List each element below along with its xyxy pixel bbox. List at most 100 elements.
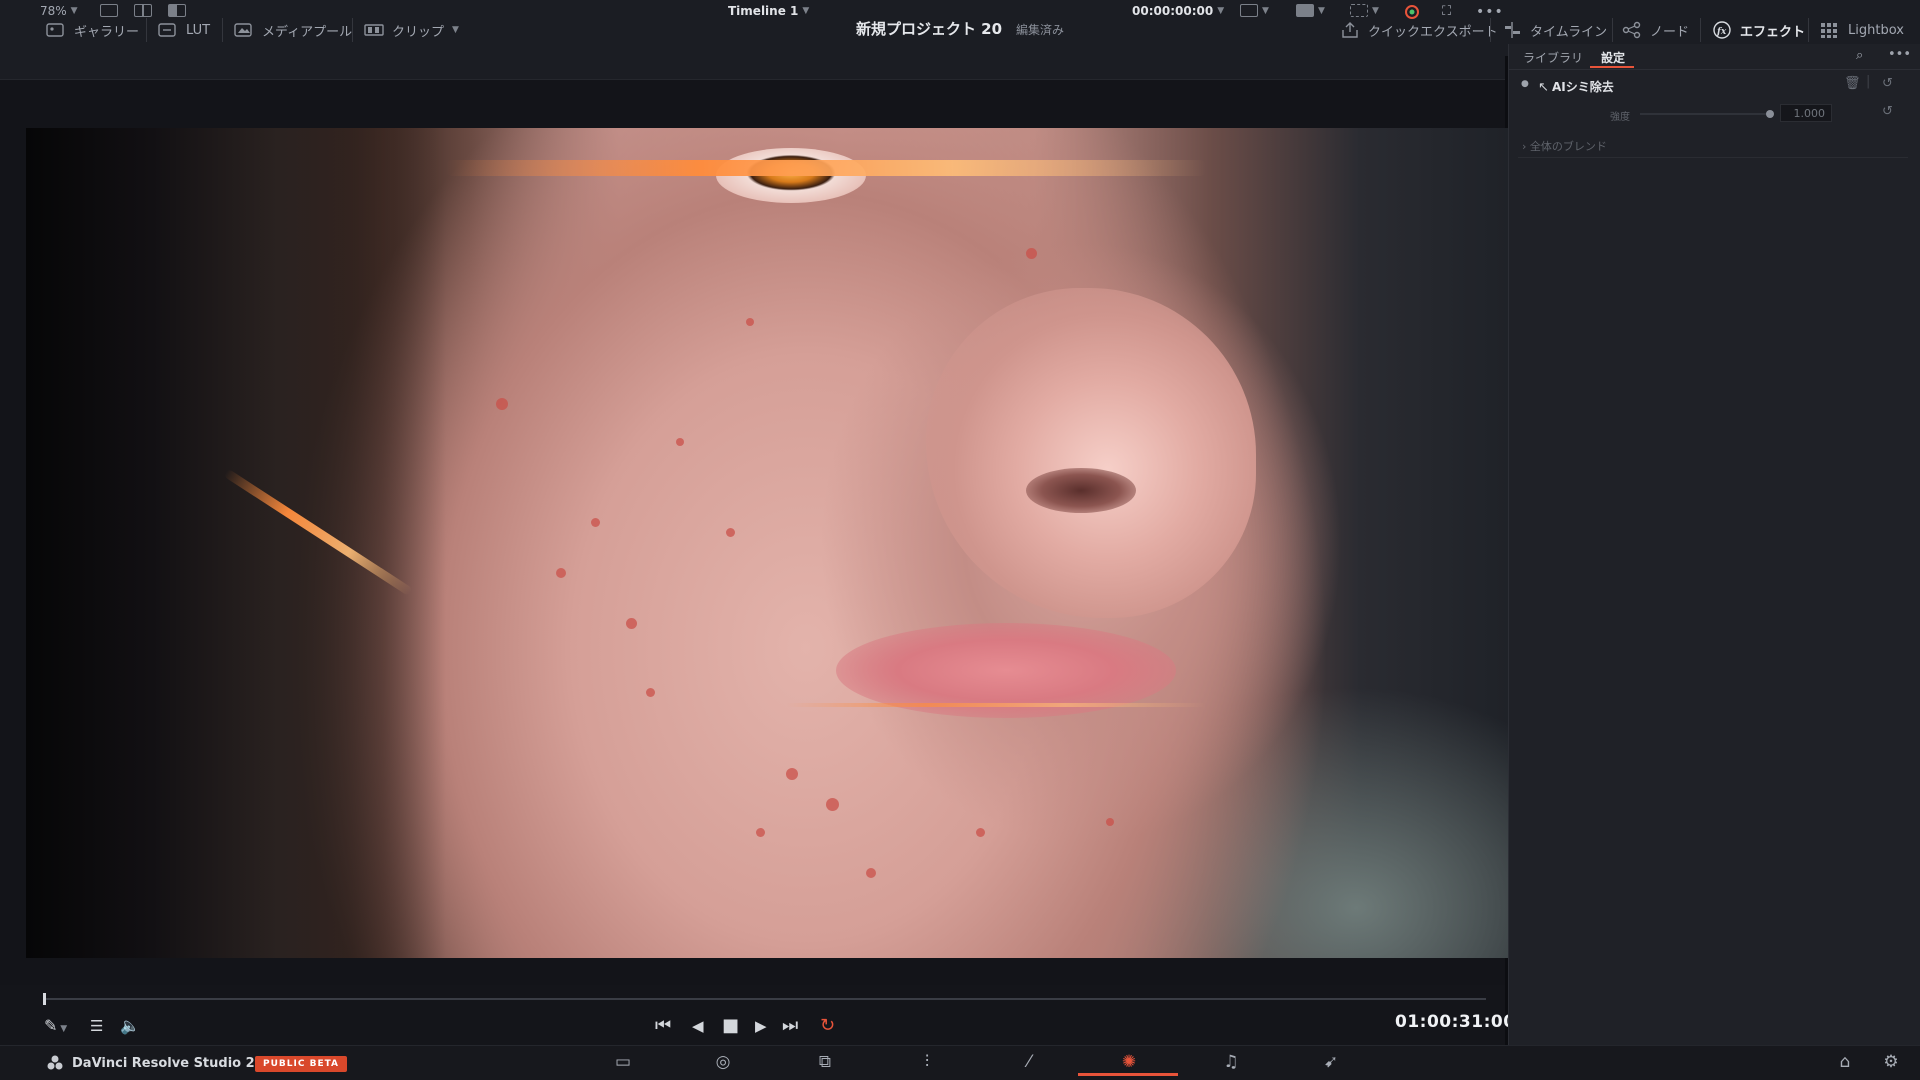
color-page-button[interactable]: ✺ bbox=[1114, 1051, 1144, 1073]
transport-bar bbox=[0, 985, 1505, 1045]
timeline-button[interactable]: タイムライン bbox=[1502, 18, 1607, 42]
home-button[interactable]: ⌂ bbox=[1830, 1051, 1860, 1073]
lens-flare bbox=[446, 160, 1206, 176]
blemish bbox=[646, 688, 655, 697]
reset-icon[interactable]: ↺ bbox=[1882, 76, 1893, 91]
cut-icon: ◎ bbox=[715, 1052, 731, 1072]
media-pool-label: メディアプール bbox=[262, 24, 353, 40]
strength-slider-handle[interactable] bbox=[1766, 110, 1774, 118]
deliver-page-button[interactable]: ➹ bbox=[1316, 1051, 1346, 1073]
nose bbox=[926, 288, 1256, 618]
lut-icon bbox=[158, 23, 176, 37]
blemish bbox=[1106, 818, 1114, 826]
toolbar-divider bbox=[1612, 18, 1613, 42]
color-wheel-icon bbox=[1405, 5, 1419, 19]
toolbar-divider bbox=[1808, 18, 1809, 42]
blemish bbox=[726, 528, 735, 537]
lightbox-label: Lightbox bbox=[1848, 22, 1904, 38]
video-frame[interactable] bbox=[26, 128, 1508, 958]
media-page-button[interactable]: ▭ bbox=[608, 1051, 638, 1073]
reset-icon[interactable]: ↺ bbox=[1882, 104, 1893, 119]
effects-settings-panel bbox=[1508, 44, 1920, 1045]
eyedropper-button[interactable]: ✎ ▼ bbox=[44, 1015, 67, 1040]
fairlight-page-button[interactable]: ♫ bbox=[1216, 1051, 1246, 1073]
go-to-end-button[interactable]: ⏭ bbox=[782, 1015, 798, 1037]
single-view-button[interactable] bbox=[100, 4, 118, 17]
tab-settings[interactable]: 設定 bbox=[1601, 49, 1625, 66]
expand-icon: ⛶ bbox=[1442, 4, 1452, 19]
strength-slider[interactable] bbox=[1640, 113, 1770, 115]
grid-view-button[interactable] bbox=[134, 4, 152, 17]
lightbox-icon bbox=[1821, 23, 1837, 38]
timeline-label: タイムライン bbox=[1530, 24, 1608, 40]
global-blend-section[interactable]: › 全体のブレンド bbox=[1522, 138, 1607, 154]
strength-value-field[interactable]: 1.000 bbox=[1780, 104, 1832, 122]
stop-icon: ■ bbox=[722, 1015, 740, 1036]
lightbox-button[interactable]: Lightbox bbox=[1820, 18, 1904, 42]
magic-wand-icon: ⁄ bbox=[1027, 1052, 1031, 1072]
gallery-button[interactable]: ギャラリー bbox=[46, 18, 139, 42]
split-view-button[interactable] bbox=[168, 4, 186, 17]
single-view-icon bbox=[100, 4, 118, 17]
gallery-label: ギャラリー bbox=[74, 24, 140, 40]
fusion-page-button[interactable]: ⫶ bbox=[912, 1051, 942, 1073]
fx-icon: fx bbox=[1713, 21, 1731, 39]
viewer-toolbar bbox=[0, 56, 1505, 80]
blemish bbox=[556, 568, 566, 578]
output-mode-button[interactable]: ▼ bbox=[1296, 4, 1325, 17]
effects-label: エフェクト bbox=[1740, 24, 1806, 40]
tab-library[interactable]: ライブラリ bbox=[1523, 49, 1583, 66]
home-icon: ⌂ bbox=[1839, 1052, 1851, 1072]
search-icon[interactable]: ⌕ bbox=[1856, 48, 1863, 63]
chevron-down-icon: ▼ bbox=[57, 1024, 68, 1034]
zoom-value: 78% bbox=[40, 4, 67, 18]
blemish bbox=[786, 768, 798, 780]
play-button[interactable]: ▶ bbox=[755, 1015, 767, 1037]
lut-label: LUT bbox=[186, 22, 211, 38]
lut-button[interactable]: LUT bbox=[158, 18, 210, 42]
export-icon bbox=[1342, 22, 1358, 38]
settings-button[interactable]: ⚙ bbox=[1876, 1051, 1906, 1073]
trash-icon[interactable]: 🗑 bbox=[1844, 76, 1861, 91]
global-blend-label: 全体のブレンド bbox=[1529, 140, 1607, 153]
media-pool-icon bbox=[234, 23, 252, 37]
scrubber-track[interactable] bbox=[44, 998, 1486, 1000]
play-reverse-button[interactable]: ◀ bbox=[692, 1015, 704, 1037]
clips-icon bbox=[364, 24, 384, 36]
viewer-options-button[interactable]: ••• bbox=[1476, 4, 1504, 20]
play-reverse-icon: ◀ bbox=[692, 1017, 704, 1035]
color-icon: ✺ bbox=[1121, 1052, 1137, 1072]
fullscreen-button[interactable]: ⛶ bbox=[1442, 4, 1451, 19]
blemish bbox=[591, 518, 600, 527]
playhead[interactable] bbox=[43, 993, 46, 1005]
layers-button[interactable]: ☰ bbox=[90, 1015, 103, 1037]
clips-label: クリップ bbox=[392, 24, 445, 40]
edit-page-button[interactable]: ⧉ bbox=[810, 1051, 840, 1073]
source-timecode[interactable]: 00:00:00:00 ▼ bbox=[1132, 4, 1224, 18]
nodes-button[interactable]: ノード bbox=[1622, 18, 1689, 42]
section-divider bbox=[1518, 157, 1908, 158]
volume-button[interactable]: 🔈 bbox=[120, 1015, 140, 1037]
blemish bbox=[626, 618, 637, 629]
stop-button[interactable]: ■ bbox=[722, 1015, 739, 1037]
blemish bbox=[496, 398, 508, 410]
timeline-select[interactable]: Timeline 1 ▼ bbox=[728, 4, 809, 18]
effect-enable-toggle[interactable]: ● bbox=[1521, 79, 1529, 89]
clips-button[interactable]: クリップ ▼ bbox=[364, 18, 459, 42]
active-page-indicator bbox=[1078, 1073, 1178, 1076]
more-icon[interactable]: ••• bbox=[1888, 47, 1911, 62]
zoom-select[interactable]: 78% ▼ bbox=[40, 4, 78, 18]
overlay-button[interactable]: ▼ bbox=[1350, 4, 1379, 17]
effects-button[interactable]: fx エフェクト bbox=[1712, 18, 1805, 42]
fairlight-fx-page-button[interactable]: ⁄ bbox=[1014, 1051, 1044, 1073]
loop-button[interactable]: ↻ bbox=[820, 1015, 835, 1037]
quick-export-button[interactable]: クイックエクスポート bbox=[1340, 18, 1498, 42]
viewer-mode-button[interactable]: ▼ bbox=[1240, 4, 1269, 17]
cut-page-button[interactable]: ◎ bbox=[708, 1051, 738, 1073]
eyedropper-icon: ✎ bbox=[44, 1016, 58, 1035]
color-picker-button[interactable] bbox=[1404, 4, 1420, 20]
toolbar-divider bbox=[1700, 18, 1701, 42]
media-pool-button[interactable]: メディアプール bbox=[234, 18, 352, 42]
go-to-start-button[interactable]: ⏮ bbox=[655, 1015, 671, 1037]
chevron-down-icon: ▼ bbox=[1262, 5, 1269, 16]
